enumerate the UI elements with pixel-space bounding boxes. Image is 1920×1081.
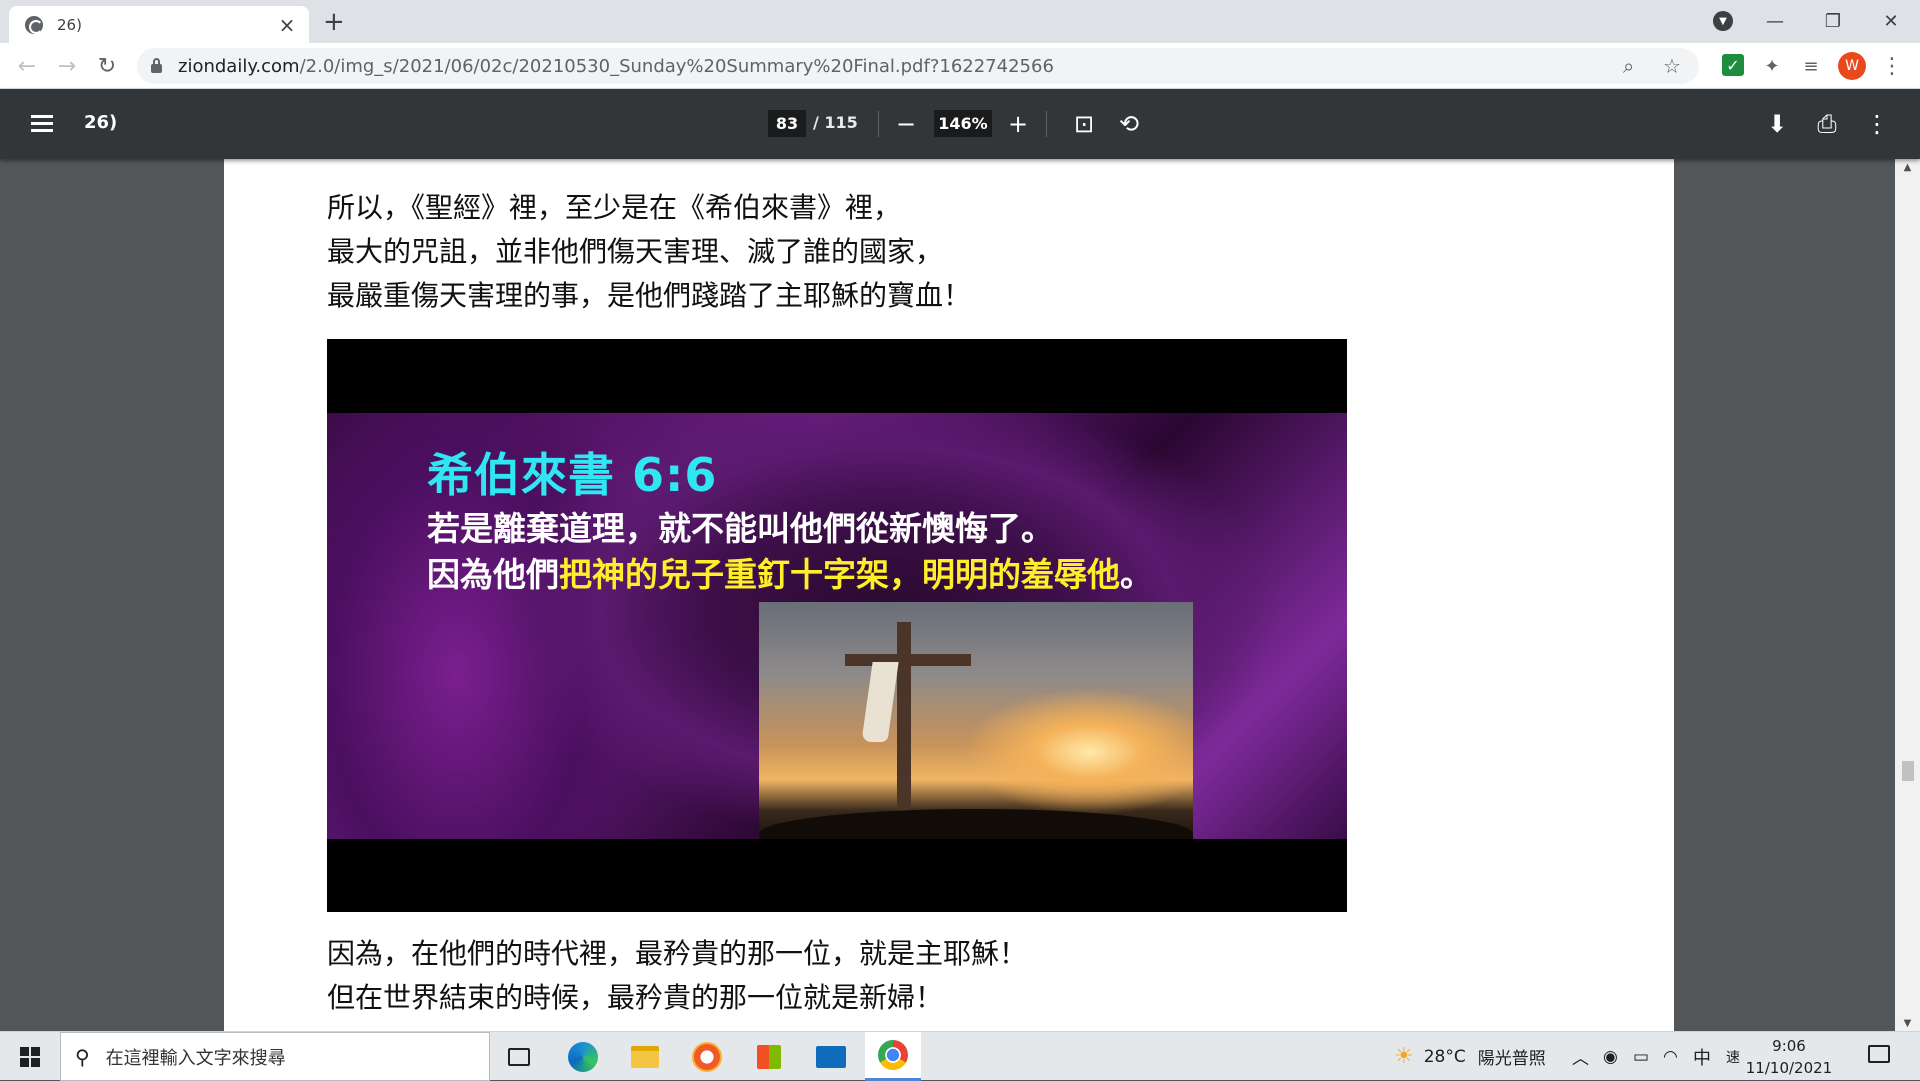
store-icon[interactable]: [741, 1032, 797, 1081]
windows-logo-icon: [20, 1046, 40, 1067]
camera-icon[interactable]: ◉: [1603, 1032, 1618, 1081]
taskbar-search-box[interactable]: ⚲ 在這裡輸入文字來搜尋: [60, 1032, 490, 1081]
clock-date: 11/10/2021: [1745, 1059, 1833, 1077]
new-tab-button[interactable]: +: [323, 8, 345, 36]
zoom-out-icon[interactable]: −: [891, 109, 921, 139]
ime-language[interactable]: 中: [1693, 1032, 1711, 1081]
start-button[interactable]: [0, 1032, 60, 1081]
scroll-up-icon[interactable]: ▲: [1895, 159, 1920, 175]
extensions-puzzle-icon[interactable]: ✦: [1760, 54, 1784, 78]
back-icon[interactable]: ←: [13, 52, 41, 80]
tab-title: 26): [57, 15, 82, 34]
zoom-level-input[interactable]: 146%: [934, 110, 992, 137]
pdf-toolbar: 26) 83 / 115 − 146% + ⊡ ⟲ ⬇ ⎙ ⋮: [0, 89, 1920, 159]
search-icon: ⚲: [75, 1044, 90, 1069]
menu-icon[interactable]: [31, 115, 53, 133]
close-window-icon[interactable]: ✕: [1868, 4, 1914, 38]
taskbar: ⚲ 在這裡輸入文字來搜尋 ☀ 28°C 陽光普照 ︿ ◉ ▭ ◠ 中 速 9:0…: [0, 1031, 1920, 1081]
app-icon[interactable]: [679, 1032, 735, 1081]
fit-page-icon[interactable]: ⊡: [1069, 109, 1099, 139]
forward-icon[interactable]: →: [53, 52, 81, 80]
weather-temp: 28°C: [1423, 1046, 1466, 1067]
chrome-icon[interactable]: [865, 1032, 921, 1081]
page-total: / 115: [813, 113, 858, 132]
restore-icon[interactable]: ❐: [1810, 4, 1856, 38]
clock-time: 9:06: [1772, 1037, 1806, 1055]
cross-photo: [759, 602, 1193, 839]
download-icon[interactable]: ⬇: [1762, 109, 1792, 139]
cross-icon: [897, 622, 911, 822]
clock[interactable]: 9:06 11/10/2021: [1742, 1035, 1836, 1079]
wifi-icon[interactable]: ◠: [1663, 1032, 1678, 1081]
lock-icon: [151, 58, 162, 73]
task-view-icon[interactable]: [491, 1032, 547, 1081]
scroll-down-icon[interactable]: ▼: [1895, 1015, 1920, 1031]
divider: [1046, 111, 1047, 137]
battery-icon[interactable]: ▭: [1633, 1032, 1649, 1081]
address-bar[interactable]: ziondaily.com/2.0/img_s/2021/06/02c/2021…: [137, 48, 1699, 84]
pdf-viewport[interactable]: 所以，《聖經》裡，至少是在《希伯來書》裡， 最大的咒詛，並非他們傷天害理、滅了誰…: [0, 159, 1895, 1031]
tab-strip: 26) × + ▼ — ❐ ✕: [0, 0, 1920, 43]
minimize-icon[interactable]: —: [1752, 4, 1798, 38]
browser-menu-icon[interactable]: ⋮: [1880, 54, 1904, 79]
url-text: ziondaily.com/2.0/img_s/2021/06/02c/2021…: [178, 55, 1054, 77]
zoom-in-icon[interactable]: +: [1003, 109, 1033, 139]
file-explorer-icon[interactable]: [617, 1032, 673, 1081]
text-line: 最大的咒詛，並非他們傷天害理、滅了誰的國家，: [327, 235, 944, 268]
more-options-icon[interactable]: ⋮: [1862, 109, 1892, 139]
mail-icon[interactable]: [803, 1032, 859, 1081]
text-line: 最嚴重傷天害理的事，是他們踐踏了主耶穌的寶血！: [327, 279, 972, 312]
browser-toolbar: ← → ↻ ziondaily.com/2.0/img_s/2021/06/02…: [0, 43, 1920, 89]
pdf-page: 所以，《聖經》裡，至少是在《希伯來書》裡， 最大的咒詛，並非他們傷天害理、滅了誰…: [224, 159, 1674, 1031]
scrollbar-thumb[interactable]: [1902, 761, 1914, 781]
tab-close-button[interactable]: ×: [277, 15, 297, 35]
profile-avatar[interactable]: W: [1838, 52, 1866, 80]
zoom-icon[interactable]: ⌕: [1623, 54, 1634, 78]
sun-cloud-icon: ☀: [1394, 1044, 1414, 1069]
search-placeholder: 在這裡輸入文字來搜尋: [105, 1047, 286, 1069]
extension-check-icon[interactable]: ✓: [1722, 54, 1744, 76]
weather-desc: 陽光普照: [1477, 1049, 1546, 1069]
reload-icon[interactable]: ↻: [93, 52, 121, 80]
document-title: 26): [84, 112, 118, 133]
slide-highlight-text: 把神的兒子重釘十字架，明明的羞辱他: [559, 555, 1120, 594]
slide-verse-line-2: 因為他們把神的兒子重釘十字架，明明的羞辱他。: [427, 555, 1153, 594]
sermon-slide-image: 希伯來書 6:6 若是離棄道理，就不能叫他們從新懊悔了。 因為他們把神的兒子重釘…: [327, 339, 1347, 912]
rotate-icon[interactable]: ⟲: [1114, 109, 1144, 139]
show-hidden-icons-chevron-icon[interactable]: ︿: [1572, 1032, 1589, 1081]
divider: [878, 111, 879, 137]
weather-widget[interactable]: ☀ 28°C 陽光普照: [1394, 1032, 1546, 1081]
text-line: 所以，《聖經》裡，至少是在《希伯來書》裡，: [327, 191, 902, 224]
text-line: 但在世界結束的時候，最矜貴的那一位就是新婦！: [327, 981, 944, 1014]
bookmark-star-icon[interactable]: ☆: [1663, 54, 1681, 78]
vertical-scrollbar[interactable]: ▲ ▼: [1895, 159, 1920, 1031]
page-number-input[interactable]: 83: [768, 110, 806, 137]
print-icon[interactable]: ⎙: [1812, 109, 1842, 139]
slide-scripture-reference: 希伯來書 6:6: [427, 448, 718, 502]
paragraph-top: 所以，《聖經》裡，至少是在《希伯來書》裡， 最大的咒詛，並非他們傷天害理、滅了誰…: [327, 186, 971, 318]
globe-icon: [25, 15, 43, 34]
notification-icon[interactable]: [1868, 1045, 1890, 1063]
browser-tab[interactable]: 26) ×: [9, 6, 309, 43]
edge-icon[interactable]: [555, 1032, 611, 1081]
media-control-icon[interactable]: ≡: [1799, 54, 1823, 78]
text-line: 因為，在他們的時代裡，最矜貴的那一位，就是主耶穌！: [327, 937, 1028, 970]
tab-search-icon[interactable]: ▼: [1713, 11, 1733, 31]
slide-verse-line-1: 若是離棄道理，就不能叫他們從新懊悔了。: [427, 509, 1054, 548]
ime-mode[interactable]: 速: [1726, 1032, 1740, 1081]
paragraph-bottom: 因為，在他們的時代裡，最矜貴的那一位，就是主耶穌！ 但在世界結束的時候，最矜貴的…: [327, 932, 1027, 1020]
